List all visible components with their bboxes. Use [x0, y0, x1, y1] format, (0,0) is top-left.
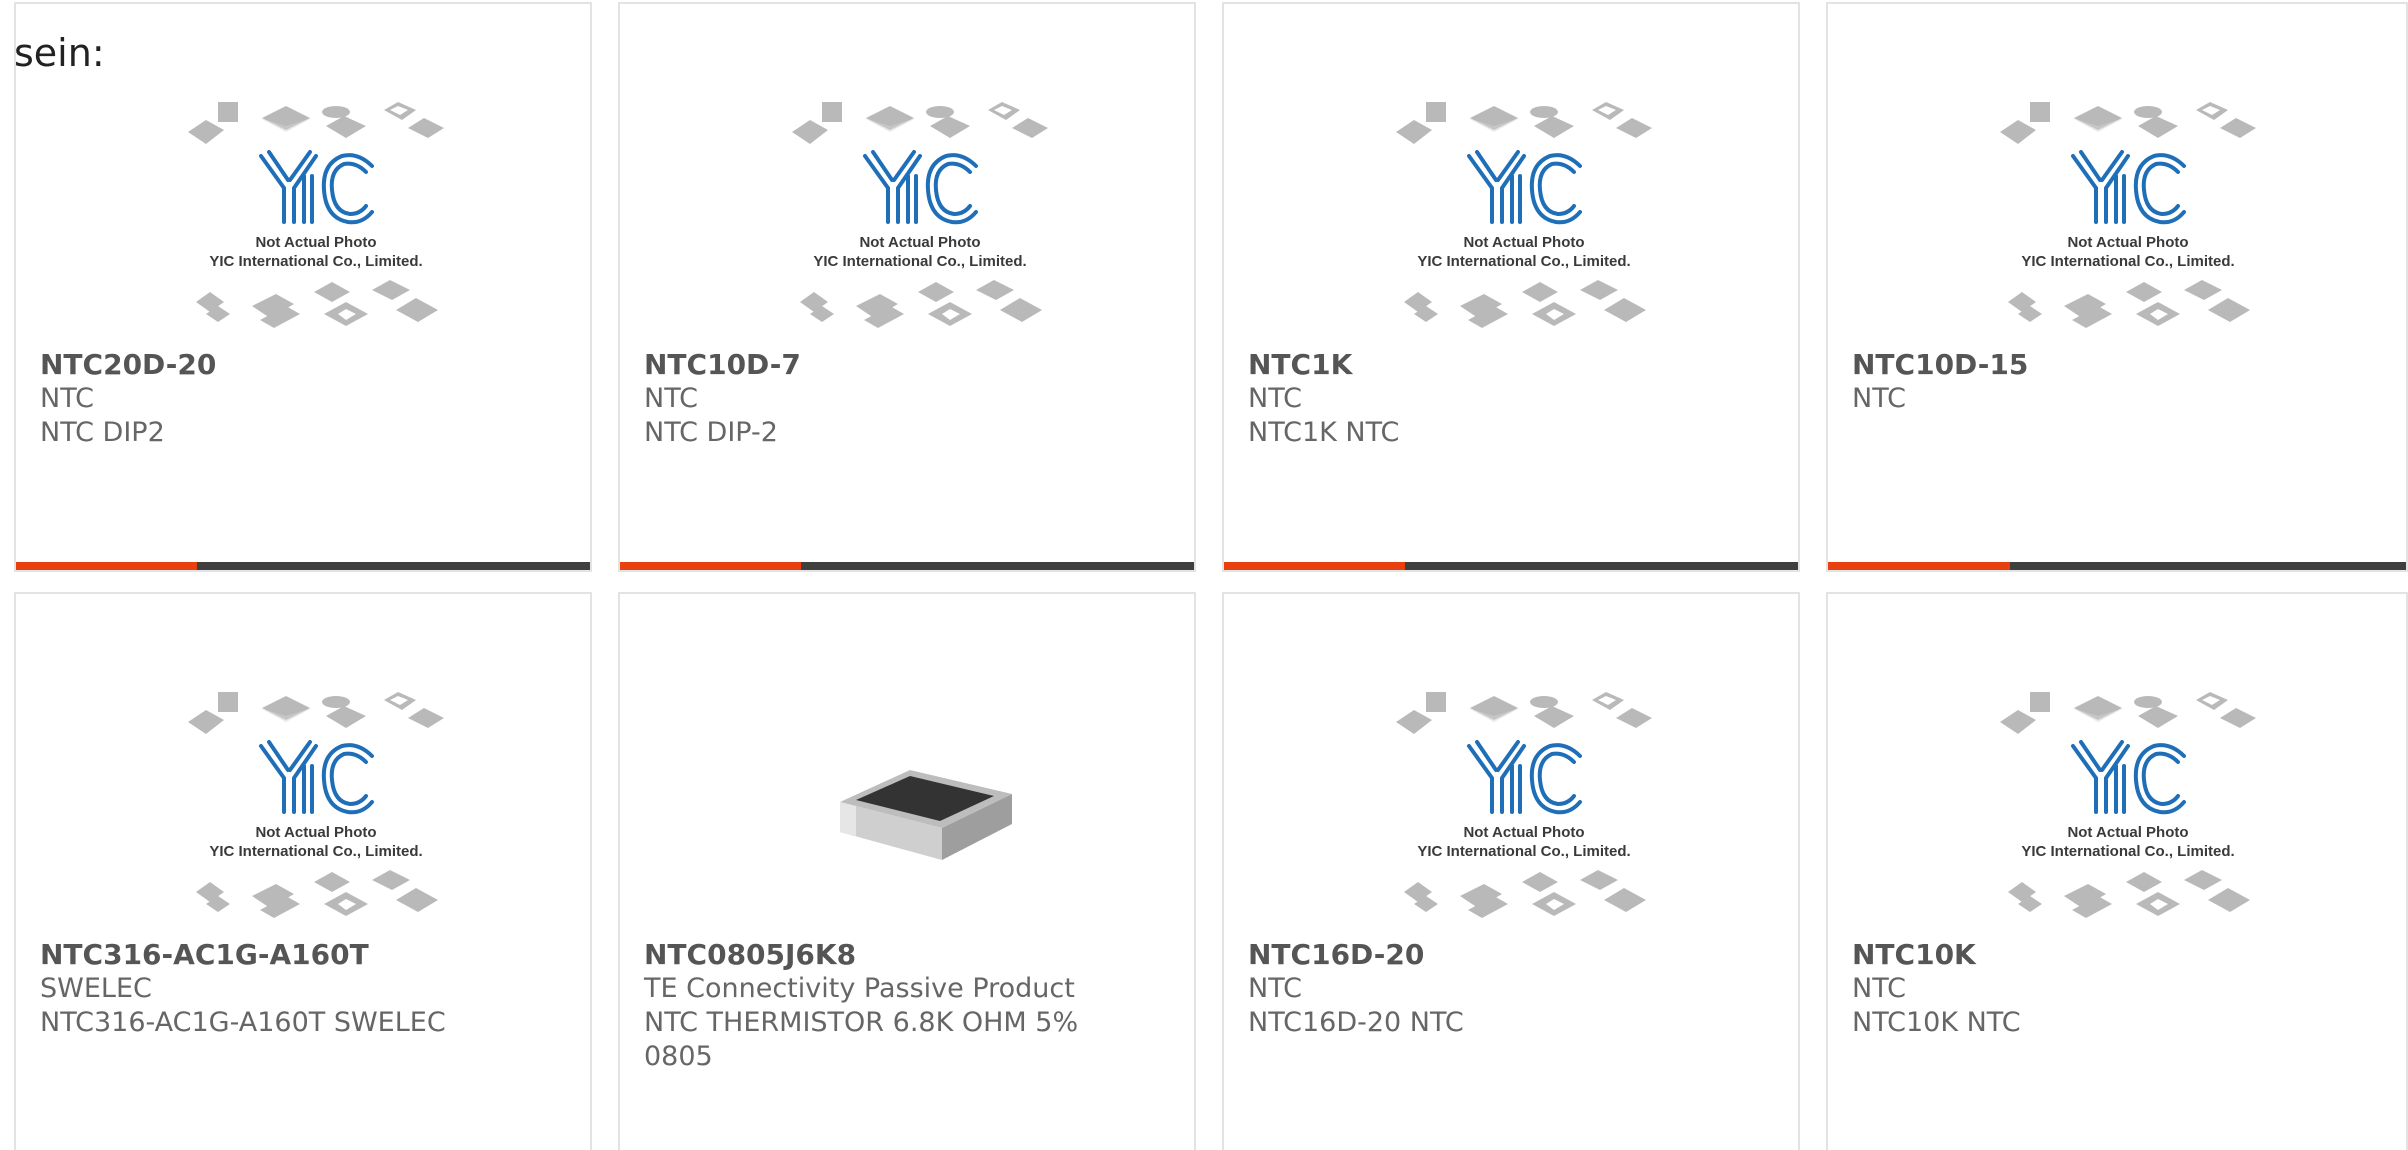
product-description: NTC THERMISTOR 6.8K OHM 5% 0805	[644, 1007, 1079, 1072]
product-card[interactable]: Not Actual Photo YIC International Co., …	[1222, 592, 1800, 1150]
product-card[interactable]: Not Actual Photo YIC International Co., …	[1222, 2, 1800, 572]
svg-text:YIC International Co., Limited: YIC International Co., Limited.	[2021, 843, 2234, 860]
chip-cluster-bottom	[2008, 870, 2250, 918]
card-accent-fill	[620, 562, 801, 570]
product-part-number[interactable]: NTC20D-20	[40, 348, 216, 382]
product-part-number[interactable]: NTC10D-7	[644, 348, 801, 382]
card-accent-fill	[16, 562, 197, 570]
chip-cluster-bottom	[1404, 280, 1646, 328]
chip-cluster-top	[2000, 692, 2256, 734]
card-accent-bar	[16, 562, 590, 570]
logo-mark	[1467, 740, 1582, 815]
product-description: NTC10K NTC	[1852, 1007, 2021, 1038]
not-actual-photo-image[interactable]: Not Actual Photo YIC International Co., …	[780, 92, 1060, 342]
svg-text:Not Actual Photo: Not Actual Photo	[1463, 234, 1584, 251]
not-actual-photo-image[interactable]: Not Actual Photo YIC International Co., …	[176, 682, 456, 932]
product-part-number[interactable]: NTC316-AC1G-A160T	[40, 938, 369, 972]
product-manufacturer: NTC	[1852, 973, 1906, 1004]
logo-mark	[863, 150, 978, 225]
product-description: NTC16D-20 NTC	[1248, 1007, 1464, 1038]
svg-text:Not Actual Photo: Not Actual Photo	[2067, 234, 2188, 251]
product-part-number[interactable]: NTC16D-20	[1248, 938, 1424, 972]
svg-text:YIC International Co., Limited: YIC International Co., Limited.	[1417, 843, 1630, 860]
product-manufacturer: NTC	[1852, 383, 1906, 414]
svg-text:YIC International Co., Limited: YIC International Co., Limited.	[209, 253, 422, 270]
svg-text:Not Actual Photo: Not Actual Photo	[255, 824, 376, 841]
svg-text:YIC International Co., Limited: YIC International Co., Limited.	[1417, 253, 1630, 270]
not-actual-photo-image[interactable]: Not Actual Photo YIC International Co., …	[176, 92, 456, 342]
chip-cluster-top	[792, 102, 1048, 144]
product-description: NTC DIP-2	[644, 417, 778, 448]
product-manufacturer: SWELEC	[40, 973, 152, 1004]
chip-cluster-bottom	[196, 280, 438, 328]
card-accent-fill	[1224, 562, 1405, 570]
product-card[interactable]: Not Actual Photo YIC International Co., …	[14, 2, 592, 572]
svg-text:YIC International Co., Limited: YIC International Co., Limited.	[813, 253, 1026, 270]
product-card[interactable]: Not Actual Photo YIC International Co., …	[618, 2, 1196, 572]
chip-cluster-bottom	[800, 280, 1042, 328]
product-manufacturer: NTC	[40, 383, 94, 414]
product-manufacturer: NTC	[1248, 973, 1302, 1004]
chip-cluster-bottom	[1404, 870, 1646, 918]
svg-text:Not Actual Photo: Not Actual Photo	[255, 234, 376, 251]
product-part-number[interactable]: NTC10D-15	[1852, 348, 2028, 382]
product-description: NTC316-AC1G-A160T SWELEC	[40, 1007, 446, 1038]
chip-cluster-top	[2000, 102, 2256, 144]
product-part-number[interactable]: NTC1K	[1248, 348, 1352, 382]
logo-mark	[2071, 740, 2186, 815]
svg-text:Not Actual Photo: Not Actual Photo	[859, 234, 980, 251]
card-accent-fill	[1828, 562, 2011, 570]
chip-cluster-top	[1396, 692, 1652, 734]
product-card[interactable]: Not Actual Photo YIC International Co., …	[1826, 592, 2408, 1150]
product-card[interactable]: Not Actual Photo YIC International Co., …	[1826, 2, 2408, 572]
logo-mark	[259, 150, 374, 225]
product-grid-page: sein: Not Actual Photo YIC International	[0, 0, 2408, 1150]
logo-mark	[1467, 150, 1582, 225]
svg-text:YIC International Co., Limited: YIC International Co., Limited.	[2021, 253, 2234, 270]
card-accent-bar	[620, 562, 1194, 570]
product-description: NTC1K NTC	[1248, 417, 1400, 448]
product-part-number[interactable]: NTC0805J6K8	[644, 938, 856, 972]
product-description: NTC DIP2	[40, 417, 165, 448]
not-actual-photo-image[interactable]: Not Actual Photo YIC International Co., …	[1988, 682, 2268, 932]
svg-text:YIC International Co., Limited: YIC International Co., Limited.	[209, 843, 422, 860]
svg-text:Not Actual Photo: Not Actual Photo	[2067, 824, 2188, 841]
logo-mark	[2071, 150, 2186, 225]
card-accent-bar	[1828, 562, 2406, 570]
not-actual-photo-image[interactable]: Not Actual Photo YIC International Co., …	[1988, 92, 2268, 342]
not-actual-photo-image[interactable]: Not Actual Photo YIC International Co., …	[1384, 682, 1664, 932]
chip-cluster-top	[188, 102, 444, 144]
chip-resistor-image[interactable]	[780, 682, 1060, 932]
chip-cluster-top	[1396, 102, 1652, 144]
product-card[interactable]: Not Actual Photo YIC International Co., …	[14, 592, 592, 1150]
svg-text:Not Actual Photo: Not Actual Photo	[1463, 824, 1584, 841]
chip-cluster-bottom	[196, 870, 438, 918]
chip-cluster-top	[188, 692, 444, 734]
card-accent-bar	[1224, 562, 1798, 570]
product-manufacturer: NTC	[1248, 383, 1302, 414]
intro-text: sein:	[14, 31, 105, 75]
logo-mark	[259, 740, 374, 815]
product-part-number[interactable]: NTC10K	[1852, 938, 1976, 972]
product-card[interactable]: NTC0805J6K8 TE Connectivity Passive Prod…	[618, 592, 1196, 1150]
product-manufacturer: TE Connectivity Passive Product	[644, 973, 1075, 1004]
not-actual-photo-image[interactable]: Not Actual Photo YIC International Co., …	[1384, 92, 1664, 342]
chip-cluster-bottom	[2008, 280, 2250, 328]
product-manufacturer: NTC	[644, 383, 698, 414]
